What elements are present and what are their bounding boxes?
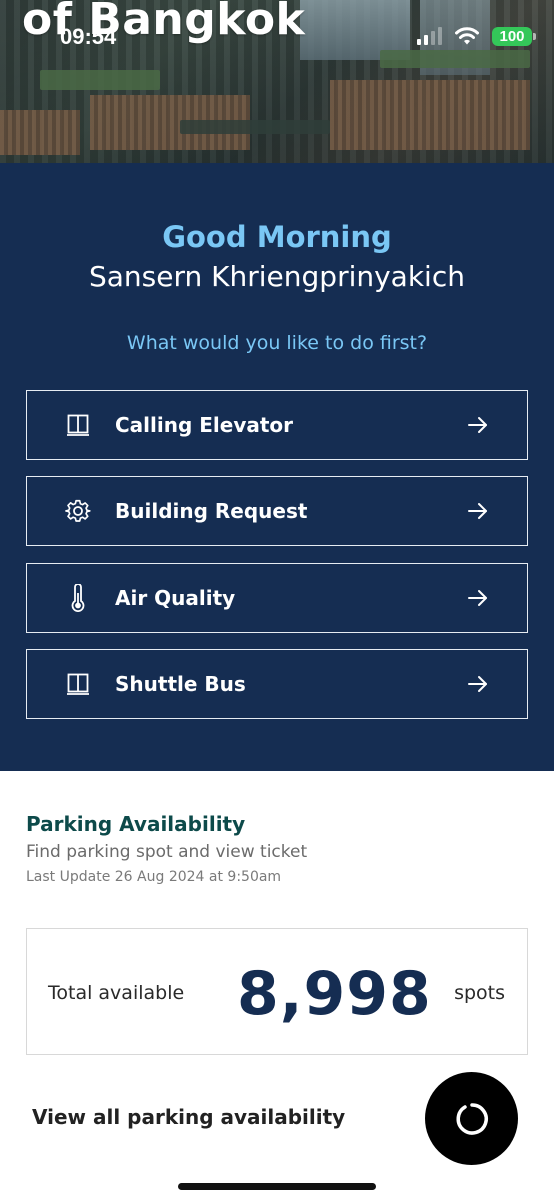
welcome-panel: Good Morning Sansern Khriengprinyakich W… (0, 163, 554, 771)
calling-elevator-button[interactable]: Calling Elevator (26, 390, 528, 460)
battery-icon: 100 (492, 26, 536, 46)
air-quality-button[interactable]: Air Quality (26, 563, 528, 633)
parking-last-update: Last Update 26 Aug 2024 at 9:50am (26, 869, 282, 885)
arrow-right-icon (468, 590, 487, 606)
parking-title: Parking Availability (26, 812, 246, 836)
arrow-right-icon (468, 503, 487, 519)
status-indicators: 100 (417, 26, 536, 46)
parking-unit: spots (454, 982, 505, 1004)
arrow-right-icon (468, 676, 487, 692)
parking-subtitle: Find parking spot and view ticket (26, 842, 308, 862)
shuttle-bus-button[interactable]: Shuttle Bus (26, 649, 528, 719)
calling-elevator-label: Calling Elevator (115, 413, 294, 437)
assistant-button[interactable] (425, 1072, 518, 1165)
building-request-label: Building Request (115, 499, 308, 523)
air-quality-label: Air Quality (115, 586, 236, 610)
building-request-button[interactable]: Building Request (26, 476, 528, 546)
total-available-label: Total available (48, 982, 185, 1004)
parking-summary-card[interactable]: Total available 8,998 spots (26, 928, 528, 1055)
assistant-ring-icon (456, 1102, 488, 1135)
action-prompt: What would you like to do first? (126, 332, 428, 354)
book-icon (65, 671, 91, 697)
user-name: Sansern Khriengprinyakich (89, 260, 465, 293)
gear-icon (65, 498, 91, 524)
home-indicator[interactable] (178, 1183, 376, 1190)
wifi-icon (455, 27, 479, 45)
parking-count: 8,998 (237, 959, 432, 1029)
book-icon (65, 412, 91, 438)
greeting: Good Morning (162, 220, 392, 254)
view-all-parking-link[interactable]: View all parking availability (32, 1105, 345, 1129)
thermometer-icon (65, 584, 91, 612)
shuttle-bus-label: Shuttle Bus (115, 672, 246, 696)
arrow-right-icon (468, 417, 487, 433)
status-time: 09:54 (60, 24, 117, 49)
cellular-signal-icon (417, 27, 442, 45)
hero-banner: of Bangkok 09:54 100 (0, 0, 554, 163)
